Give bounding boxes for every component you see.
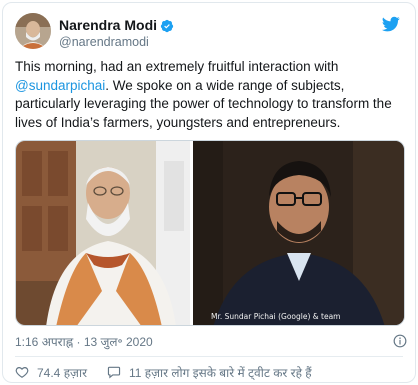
timestamp[interactable]: 1:16 अपराह्न · 13 जुल॰ 2020	[15, 335, 153, 349]
media-photo-left[interactable]	[16, 141, 190, 325]
verified-badge-icon	[160, 19, 174, 33]
author-handle[interactable]: @narendramodi	[59, 34, 174, 50]
tweet-actions: 74.4 हज़ार 11 हज़ार लोग इसके बारे में ट्…	[15, 363, 407, 381]
like-count: 74.4 हज़ार	[37, 365, 87, 380]
avatar[interactable]	[15, 13, 51, 49]
mention-link[interactable]: @sundarpichai	[15, 78, 105, 93]
tweet-text-start: This morning, had an extremely fruitful …	[15, 59, 339, 74]
speech-bubble-icon	[107, 366, 121, 379]
conversation-link[interactable]: 11 हज़ार लोग इसके बारे में ट्वीट कर रहे …	[107, 364, 312, 381]
divider	[15, 356, 403, 357]
heart-icon	[15, 367, 29, 378]
tweet-header: Narendra Modi @narendramodi	[15, 13, 403, 53]
tweet-card: Narendra Modi @narendramodi This morning…	[2, 2, 416, 383]
twitter-bird-icon[interactable]	[381, 15, 401, 33]
conversation-text: 11 हज़ार लोग इसके बारे में ट्वीट कर रहे …	[128, 365, 312, 380]
tweet-text: This morning, had an extremely fruitful …	[15, 58, 407, 132]
media-video-right[interactable]: Mr. Sundar Pichai (Google) & team	[193, 141, 404, 325]
info-icon[interactable]	[393, 334, 407, 348]
tweet-media[interactable]: Mr. Sundar Pichai (Google) & team	[15, 140, 405, 326]
like-button[interactable]: 74.4 हज़ार	[15, 364, 87, 381]
video-caption: Mr. Sundar Pichai (Google) & team	[211, 312, 341, 321]
author-name-row[interactable]: Narendra Modi	[59, 17, 174, 34]
author-name: Narendra Modi	[59, 17, 158, 33]
tweet-meta: 1:16 अपराह्न · 13 जुल॰ 2020	[15, 333, 407, 351]
